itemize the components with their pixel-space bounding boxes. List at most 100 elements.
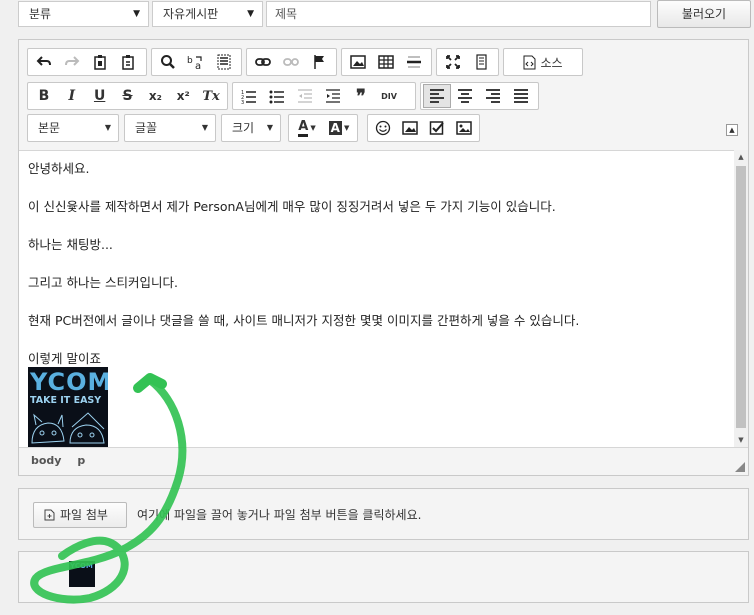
editor-content[interactable]: 안녕하세요. 이 신신윷사를 제작하면서 제가 PersonA님에게 매우 많이… xyxy=(19,150,734,447)
chevron-down-icon: ▼ xyxy=(133,9,140,19)
anchor-flag-icon[interactable] xyxy=(305,50,333,74)
source-label: 소스 xyxy=(540,55,563,70)
attach-hint-text: 여기에 파일을 끌어 놓거나 파일 첨부 버튼을 클릭하세요. xyxy=(137,508,422,522)
align-left-icon[interactable] xyxy=(423,84,451,108)
thumbnail-label: YCOM xyxy=(70,562,93,570)
svg-text:a: a xyxy=(195,61,201,70)
load-button[interactable]: 불러오기 xyxy=(657,0,751,28)
replace-icon[interactable]: ba xyxy=(182,50,210,74)
view-group xyxy=(436,48,499,76)
outdent-icon[interactable] xyxy=(291,84,319,108)
clipboard-group xyxy=(27,48,147,76)
checkbox-icon[interactable] xyxy=(424,116,451,140)
color-group: A ▼ A ▼ xyxy=(288,114,358,142)
smiley-icon[interactable] xyxy=(370,116,397,140)
text-color-label: A xyxy=(298,119,309,137)
attached-files-panel: YCOM xyxy=(18,551,749,603)
horizontal-rule-icon[interactable] xyxy=(400,50,428,74)
sticker-characters-icon xyxy=(31,412,105,444)
italic-button[interactable]: I xyxy=(58,84,86,108)
maximize-icon[interactable] xyxy=(439,50,467,74)
board-select[interactable]: 자유게시판 ▼ xyxy=(152,1,263,27)
remove-format-button[interactable]: Tx xyxy=(197,84,225,108)
element-path-bar: body p xyxy=(19,447,748,475)
attach-file-button[interactable]: 파일 첨부 xyxy=(33,502,127,528)
font-combo[interactable]: 글꼴 ▼ xyxy=(124,114,216,142)
chevron-down-icon: ▼ xyxy=(343,124,350,132)
format-combo-value: 본문 xyxy=(38,121,61,135)
link-icon[interactable] xyxy=(249,50,277,74)
paragraph: 하나는 채팅방... xyxy=(28,237,113,252)
paste-icon[interactable] xyxy=(86,50,114,74)
align-center-icon[interactable] xyxy=(451,84,479,108)
paragraph: 그리고 하나는 스티커입니다. xyxy=(28,275,178,290)
background-color-label: A xyxy=(328,121,342,135)
size-combo-value: 크기 xyxy=(232,121,255,135)
category-select-value: 분류 xyxy=(29,7,52,21)
scroll-down-icon[interactable]: ▼ xyxy=(734,433,748,447)
paragraph-group: 123 ❞ DIV xyxy=(232,82,416,110)
show-blocks-icon[interactable] xyxy=(467,50,495,74)
svg-text:3: 3 xyxy=(241,100,244,104)
strikethrough-button[interactable]: S xyxy=(114,84,142,108)
paste-text-icon[interactable] xyxy=(114,50,142,74)
title-placeholder: 제목 xyxy=(275,7,298,21)
ycom-sticker-image[interactable]: YCOM TAKE IT EASY xyxy=(28,367,108,447)
collapse-toolbar-icon[interactable]: ▲ xyxy=(726,124,738,136)
underline-button[interactable]: U xyxy=(86,84,114,108)
subscript-button[interactable]: x₂ xyxy=(141,84,169,108)
background-color-button[interactable]: A ▼ xyxy=(323,116,355,140)
sticker-logo-text: YCOM xyxy=(30,368,108,396)
find-group: ba xyxy=(151,48,242,76)
unlink-icon[interactable] xyxy=(277,50,305,74)
paragraph: 현재 PC버전에서 글이나 댓글을 쓸 때, 사이트 매니저가 지정한 몇몇 이… xyxy=(28,313,580,328)
link-group xyxy=(246,48,337,76)
sticker-image-icon[interactable] xyxy=(397,116,424,140)
find-icon[interactable] xyxy=(154,50,182,74)
attach-button-label: 파일 첨부 xyxy=(60,508,108,522)
bold-button[interactable]: B xyxy=(30,84,58,108)
undo-icon[interactable] xyxy=(30,50,58,74)
insert-group xyxy=(341,48,432,76)
scroll-up-icon[interactable]: ▲ xyxy=(734,150,748,164)
svg-text:b: b xyxy=(187,56,193,66)
gallery-image-icon[interactable] xyxy=(450,116,477,140)
indent-icon[interactable] xyxy=(319,84,347,108)
table-icon[interactable] xyxy=(372,50,400,74)
superscript-button[interactable]: x² xyxy=(169,84,197,108)
paragraph: 이 신신윷사를 제작하면서 제가 PersonA님에게 매우 많이 징징거려서 … xyxy=(28,199,556,214)
paragraph: 안녕하세요. xyxy=(28,161,90,176)
align-group xyxy=(420,82,539,110)
chevron-down-icon: ▼ xyxy=(310,124,316,132)
rich-text-editor: ba 소스 B I U S x₂ x² Tx 1 2 3 ❞ DIV 본문 ▼ … xyxy=(18,39,749,476)
path-item-p[interactable]: p xyxy=(77,454,85,467)
category-select[interactable]: 분류 ▼ xyxy=(18,1,149,27)
blockquote-button[interactable]: ❞ xyxy=(347,84,375,108)
editor-scrollbar[interactable]: ▲ ▼ xyxy=(734,150,748,447)
numbered-list-icon[interactable]: 123 xyxy=(235,84,263,108)
resize-grip-icon[interactable] xyxy=(735,462,745,472)
align-right-icon[interactable] xyxy=(479,84,507,108)
file-add-icon xyxy=(44,509,55,521)
board-select-value: 자유게시판 xyxy=(163,7,219,21)
post-header-row: 분류 ▼ 자유게시판 ▼ 제목 불러오기 xyxy=(0,0,754,30)
source-button[interactable]: 소스 xyxy=(506,50,580,74)
attached-image-thumbnail[interactable]: YCOM xyxy=(69,561,95,587)
image-icon[interactable] xyxy=(344,50,372,74)
create-div-button[interactable]: DIV xyxy=(375,84,403,108)
editor-toolbar: ba 소스 B I U S x₂ x² Tx 1 2 3 ❞ DIV 본문 ▼ … xyxy=(19,40,748,150)
select-all-icon[interactable] xyxy=(210,50,238,74)
bulleted-list-icon[interactable] xyxy=(263,84,291,108)
format-combo[interactable]: 본문 ▼ xyxy=(27,114,119,142)
align-justify-icon[interactable] xyxy=(507,84,535,108)
title-input[interactable]: 제목 xyxy=(266,1,651,27)
redo-icon[interactable] xyxy=(58,50,86,74)
basic-styles-group: B I U S x₂ x² Tx xyxy=(27,82,228,110)
scrollbar-thumb[interactable] xyxy=(736,166,746,428)
chevron-down-icon: ▼ xyxy=(247,9,254,19)
chevron-down-icon: ▼ xyxy=(201,123,208,132)
text-color-button[interactable]: A ▼ xyxy=(291,116,323,140)
source-group: 소스 xyxy=(503,48,583,76)
path-item-body[interactable]: body xyxy=(31,454,61,467)
size-combo[interactable]: 크기 ▼ xyxy=(221,114,281,142)
